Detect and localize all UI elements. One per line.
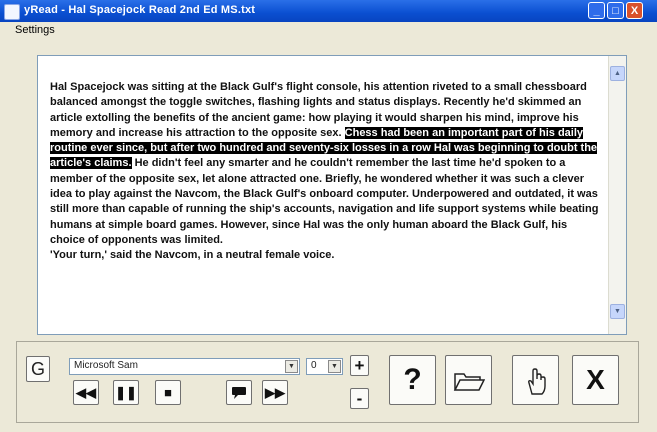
rewind-button[interactable]: ◀◀: [73, 380, 99, 405]
stop-icon: ■: [164, 385, 172, 400]
close-window-button[interactable]: X: [626, 2, 643, 19]
window-title: yRead - Hal Spacejock Read 2nd Ed MS.txt: [24, 4, 256, 16]
title-bar[interactable]: yRead - Hal Spacejock Read 2nd Ed MS.txt…: [0, 0, 657, 22]
decrease-button[interactable]: -: [350, 388, 369, 409]
speak-button[interactable]: [226, 380, 252, 405]
help-button[interactable]: ?: [389, 355, 436, 405]
speed-select-value: 0: [311, 360, 317, 371]
menu-settings[interactable]: Settings: [15, 24, 55, 36]
fast-forward-icon: ▶▶: [265, 385, 285, 400]
app-icon: [4, 4, 20, 20]
pause-icon: ❚❚: [115, 385, 137, 400]
text-after-selection: He didn't feel any smarter and he couldn…: [50, 157, 599, 246]
paragraph-2: 'Your turn,' said the Navcom, in a neutr…: [50, 249, 335, 262]
scroll-down-button[interactable]: ▼: [610, 304, 625, 319]
stop-button[interactable]: ■: [155, 380, 181, 405]
g-button[interactable]: G: [26, 356, 50, 382]
hand-pointer-icon: [527, 368, 546, 395]
open-file-button[interactable]: [445, 355, 492, 405]
exit-button[interactable]: X: [572, 355, 619, 405]
voice-select[interactable]: Microsoft Sam ▼: [69, 358, 300, 375]
chevron-down-icon[interactable]: ▼: [328, 360, 341, 373]
document-text-area[interactable]: Hal Spacejock was sitting at the Black G…: [37, 55, 627, 335]
vertical-scrollbar[interactable]: ▲ ▼: [608, 56, 626, 334]
paragraph-1: Hal Spacejock was sitting at the Black G…: [50, 80, 602, 248]
fast-forward-button[interactable]: ▶▶: [262, 380, 288, 405]
increase-button[interactable]: +: [350, 355, 369, 376]
scroll-up-button[interactable]: ▲: [610, 66, 625, 81]
rewind-icon: ◀◀: [76, 385, 96, 400]
menu-bar: Settings: [0, 22, 657, 40]
folder-icon: [453, 373, 485, 391]
pointer-settings-button[interactable]: [512, 355, 559, 405]
minimize-button[interactable]: _: [588, 2, 605, 19]
voice-select-value: Microsoft Sam: [74, 360, 138, 371]
pause-button[interactable]: ❚❚: [113, 380, 139, 405]
maximize-button[interactable]: □: [607, 2, 624, 19]
chevron-down-icon[interactable]: ▼: [285, 360, 298, 373]
speed-select[interactable]: 0 ▼: [306, 358, 343, 375]
speech-bubble-icon: [232, 387, 246, 399]
document-body[interactable]: Hal Spacejock was sitting at the Black G…: [50, 80, 602, 264]
